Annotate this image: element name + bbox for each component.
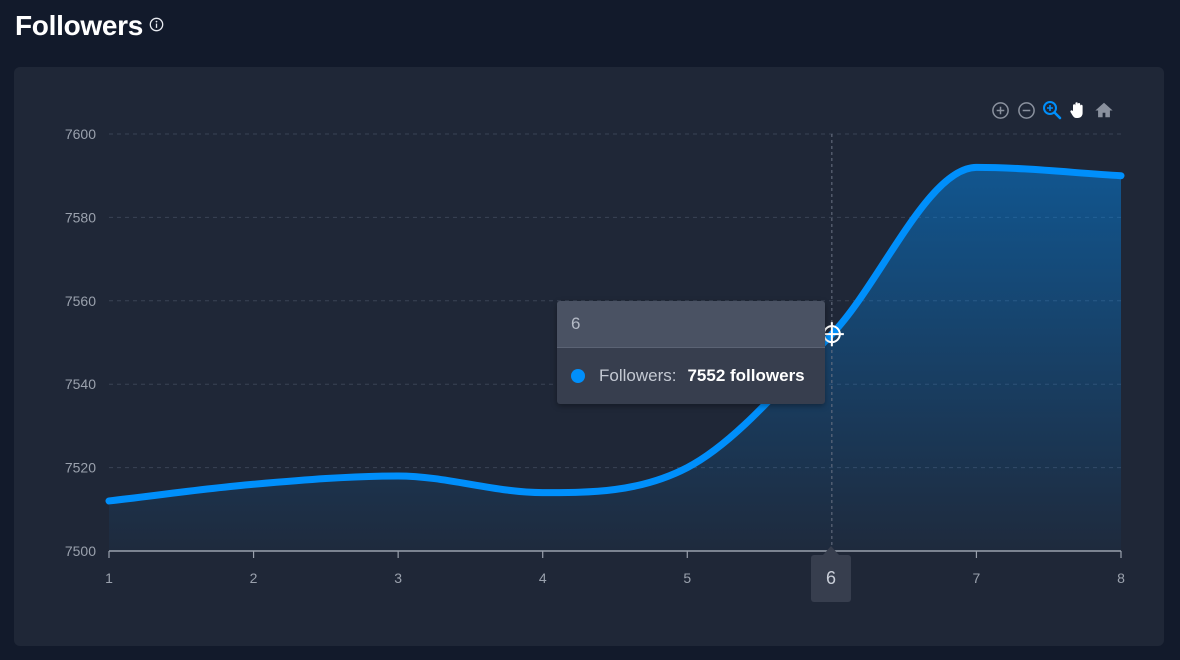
- x-tick-label: 1: [105, 570, 113, 586]
- x-axis: 1 2 3 4 5 7 8: [105, 550, 1125, 586]
- tooltip-value: 7552 followers: [687, 366, 805, 385]
- y-tick-label: 7540: [65, 376, 96, 392]
- y-tick-label: 7580: [65, 209, 96, 225]
- y-tick-label: 7560: [65, 293, 96, 309]
- y-axis: 7500 7520 7540 7560 7580 7600: [65, 126, 96, 559]
- tooltip-x-label: 6: [557, 301, 825, 348]
- tooltip-body: Followers: 7552 followers: [557, 348, 825, 404]
- zoom-out-icon[interactable]: [1016, 100, 1036, 120]
- x-tick-label: 3: [394, 570, 402, 586]
- x-tick-label: 8: [1117, 570, 1125, 586]
- selection-zoom-icon[interactable]: [1042, 100, 1062, 120]
- tooltip-series-marker: [571, 369, 585, 383]
- reset-home-icon[interactable]: [1094, 100, 1114, 120]
- tooltip-series-name: Followers:: [599, 366, 677, 385]
- zoom-in-icon[interactable]: [990, 100, 1010, 120]
- pan-icon[interactable]: [1068, 100, 1088, 120]
- chart-toolbar: [990, 100, 1114, 120]
- x-tick-label: 2: [250, 570, 258, 586]
- x-tick-label: 4: [539, 570, 547, 586]
- x-crosshair-label: 6: [811, 546, 851, 602]
- y-tick-label: 7500: [65, 543, 96, 559]
- y-tick-label: 7520: [65, 460, 96, 476]
- y-tick-label: 7600: [65, 126, 96, 142]
- chart-tooltip: 6 Followers: 7552 followers: [557, 301, 825, 404]
- x-tick-label: 5: [683, 570, 691, 586]
- x-tick-label: 7: [973, 570, 981, 586]
